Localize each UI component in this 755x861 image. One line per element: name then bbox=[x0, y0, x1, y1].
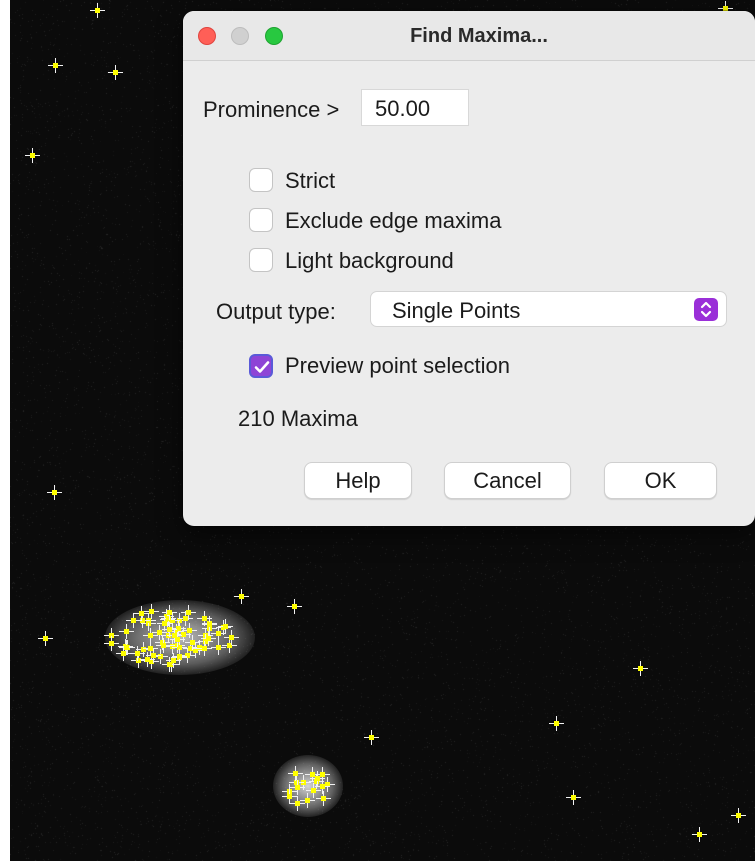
maxima-point-marker bbox=[566, 790, 581, 805]
maxima-point-marker bbox=[170, 632, 185, 647]
maxima-point-marker bbox=[38, 631, 53, 646]
maxima-point-marker bbox=[108, 65, 123, 80]
strict-label: Strict bbox=[285, 168, 336, 193]
light-background-checkbox[interactable] bbox=[249, 248, 273, 272]
chevron-up-down-icon bbox=[694, 298, 718, 321]
maxima-point-marker bbox=[288, 766, 303, 781]
maxima-point-marker bbox=[316, 791, 331, 806]
maxima-point-marker bbox=[202, 617, 217, 632]
maxima-point-marker bbox=[282, 789, 297, 804]
maxima-point-marker bbox=[172, 649, 187, 664]
maxima-point-marker bbox=[48, 58, 63, 73]
ok-button[interactable]: OK bbox=[604, 462, 717, 499]
light-background-label: Light background bbox=[285, 248, 454, 273]
dialog-titlebar[interactable]: Find Maxima... bbox=[183, 11, 755, 61]
maxima-point-marker bbox=[126, 613, 141, 628]
maxima-point-marker bbox=[364, 730, 379, 745]
prominence-label: Prominence > bbox=[203, 97, 340, 122]
maxima-point-marker bbox=[731, 808, 746, 823]
preview-label: Preview point selection bbox=[285, 353, 511, 378]
help-button[interactable]: Help bbox=[304, 462, 412, 499]
exclude-edge-maxima-checkbox[interactable] bbox=[249, 208, 273, 232]
strict-checkbox[interactable] bbox=[249, 168, 273, 192]
maxima-point-marker bbox=[300, 793, 315, 808]
output-type-label: Output type: bbox=[216, 299, 336, 324]
maxima-point-marker bbox=[310, 771, 325, 786]
prominence-input[interactable]: 50.00 bbox=[361, 89, 469, 126]
output-type-select[interactable]: Single Points bbox=[370, 291, 727, 327]
maxima-point-marker bbox=[178, 611, 193, 626]
cancel-button[interactable]: Cancel bbox=[444, 462, 571, 499]
maxima-point-marker bbox=[25, 148, 40, 163]
maxima-point-marker bbox=[218, 619, 233, 634]
maxima-point-marker bbox=[162, 605, 177, 620]
preview-checkbox[interactable] bbox=[249, 354, 273, 378]
maxima-point-marker bbox=[47, 485, 62, 500]
maxima-point-marker bbox=[234, 589, 249, 604]
output-type-value: Single Points bbox=[392, 298, 521, 323]
maxima-point-marker bbox=[287, 599, 302, 614]
maxima-point-marker bbox=[90, 3, 105, 18]
dialog-title: Find Maxima... bbox=[410, 25, 548, 47]
maxima-point-marker bbox=[140, 652, 155, 667]
maxima-point-marker bbox=[549, 716, 564, 731]
exclude-edge-maxima-label: Exclude edge maxima bbox=[285, 208, 502, 233]
maxima-point-marker bbox=[692, 827, 707, 842]
maxima-point-marker bbox=[211, 640, 226, 655]
maxima-count: 210 Maxima bbox=[238, 406, 358, 431]
find-maxima-dialog: Find Maxima... Prominence > 50.00 Strict… bbox=[183, 11, 755, 526]
maxima-point-marker bbox=[197, 641, 212, 656]
maxima-point-marker bbox=[633, 661, 648, 676]
checkmark-icon bbox=[254, 361, 270, 373]
maxima-point-marker bbox=[119, 640, 134, 655]
